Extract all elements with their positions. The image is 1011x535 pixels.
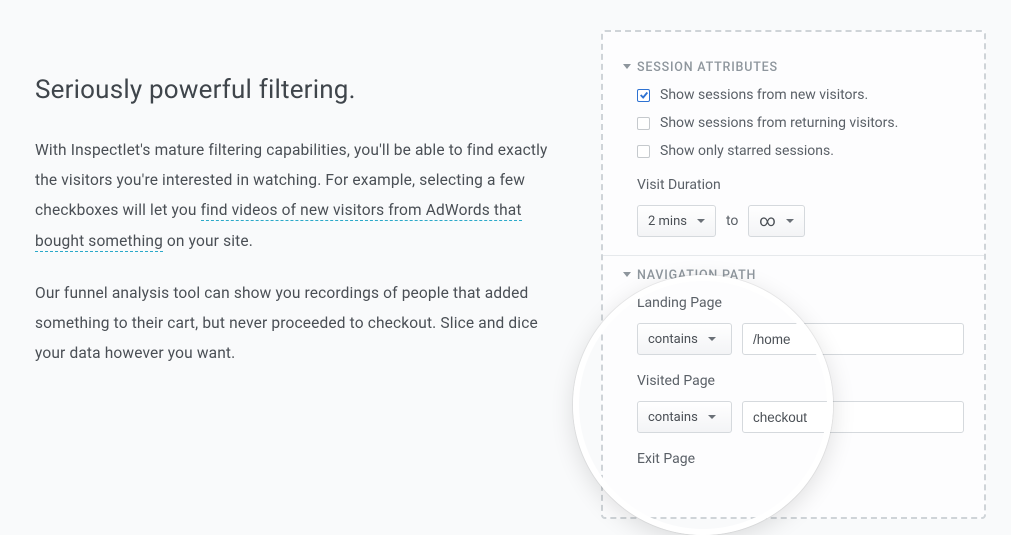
exit-page-label: Exit Page (637, 451, 964, 467)
check-returning-visitors-label: Show sessions from returning visitors. (660, 115, 898, 131)
duration-to-value: ∞ (759, 213, 775, 229)
caret-down-icon (697, 219, 705, 223)
landing-page-row: contains (637, 323, 964, 355)
paragraph-2: Our funnel analysis tool can show you re… (35, 278, 555, 369)
check-starred-row: Show only starred sessions. (637, 143, 964, 159)
checkmark-icon (639, 90, 649, 100)
landing-op-value: contains (648, 332, 698, 347)
visited-page-group: Visited Page contains (637, 373, 964, 433)
landing-page-input[interactable] (742, 323, 964, 355)
visit-duration-row: 2 mins to ∞ (637, 205, 964, 237)
page-heading: Seriously powerful filtering. (35, 75, 555, 105)
marketing-copy: Seriously powerful filtering. With Inspe… (35, 75, 555, 391)
visited-page-row: contains (637, 401, 964, 433)
check-new-visitors-row: Show sessions from new visitors. (637, 87, 964, 103)
visited-page-input[interactable] (742, 401, 964, 433)
caret-down-icon (786, 219, 794, 223)
check-starred[interactable] (637, 145, 650, 158)
check-new-visitors-label: Show sessions from new visitors. (660, 87, 868, 103)
exit-page-group: Exit Page (637, 451, 964, 467)
caret-down-icon (708, 415, 716, 419)
visit-duration-label: Visit Duration (637, 177, 964, 193)
visited-op-dropdown[interactable]: contains (637, 401, 732, 433)
caret-down-icon (708, 337, 716, 341)
check-returning-visitors[interactable] (637, 117, 650, 130)
duration-to-word: to (726, 213, 738, 229)
duration-to-dropdown[interactable]: ∞ (748, 205, 804, 237)
navigation-path-header[interactable]: NAVIGATION PATH (623, 268, 964, 283)
check-new-visitors[interactable] (637, 89, 650, 102)
landing-page-label: Landing Page (637, 295, 964, 311)
session-attributes-header[interactable]: SESSION ATTRIBUTES (623, 60, 964, 75)
landing-page-group: Landing Page contains (637, 295, 964, 355)
check-returning-visitors-row: Show sessions from returning visitors. (637, 115, 964, 131)
paragraph-1: With Inspectlet's mature filtering capab… (35, 135, 555, 256)
visited-page-label: Visited Page (637, 373, 964, 389)
duration-from-dropdown[interactable]: 2 mins (637, 205, 716, 237)
section-divider (603, 255, 984, 256)
duration-from-value: 2 mins (648, 214, 687, 229)
visited-op-value: contains (648, 410, 698, 425)
visit-duration-group: Visit Duration 2 mins to ∞ (637, 177, 964, 237)
landing-op-dropdown[interactable]: contains (637, 323, 732, 355)
check-starred-label: Show only starred sessions. (660, 143, 834, 159)
paragraph-1-b: on your site. (163, 232, 253, 250)
filter-panel: SESSION ATTRIBUTES Show sessions from ne… (601, 30, 986, 519)
